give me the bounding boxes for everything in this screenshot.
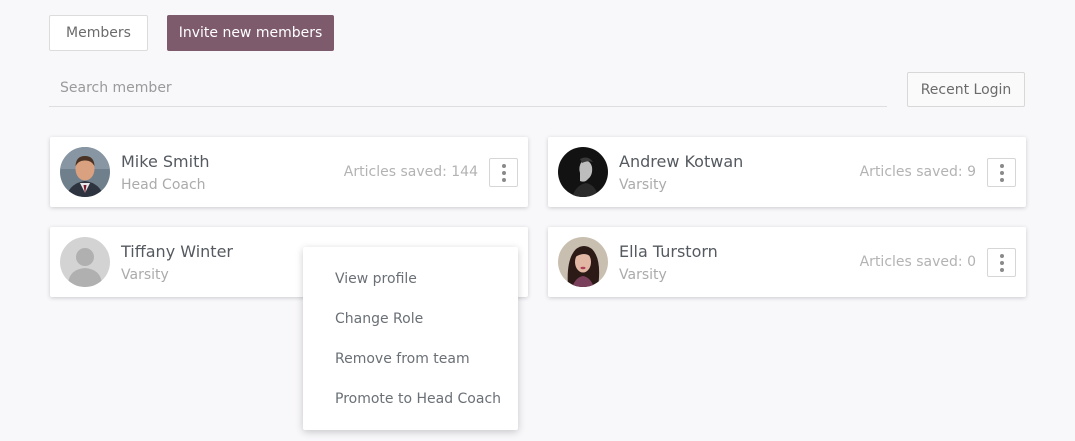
member-options-menu: View profile Change Role Remove from tea… [303, 247, 518, 430]
avatar [558, 237, 608, 287]
kebab-dot-icon [999, 253, 1004, 258]
more-options-button[interactable] [489, 158, 518, 187]
member-name: Ella Turstorn [619, 242, 718, 261]
menu-item-promote-head-coach[interactable]: Promote to Head Coach [303, 383, 518, 423]
avatar-photo-icon [558, 237, 608, 287]
member-role: Head Coach [121, 177, 206, 193]
invite-members-button[interactable]: Invite new members [167, 15, 334, 51]
more-options-button[interactable] [987, 158, 1016, 187]
avatar-photo-icon [558, 147, 608, 197]
member-role: Varsity [619, 177, 667, 193]
default-user-icon [60, 237, 110, 287]
avatar [558, 147, 608, 197]
member-card[interactable]: Andrew Kotwan Varsity Articles saved: 9 [548, 137, 1026, 207]
kebab-dot-icon [999, 267, 1004, 272]
kebab-dot-icon [999, 177, 1004, 182]
search-bar [49, 72, 887, 107]
menu-item-change-role[interactable]: Change Role [303, 303, 518, 343]
member-card[interactable]: Ella Turstorn Varsity Articles saved: 0 [548, 227, 1026, 297]
kebab-dot-icon [999, 260, 1004, 265]
avatar [60, 237, 110, 287]
kebab-dot-icon [501, 177, 506, 182]
recent-login-button[interactable]: Recent Login [907, 72, 1025, 107]
members-tab-button[interactable]: Members [49, 15, 148, 51]
articles-saved-count: Articles saved: 9 [859, 164, 976, 180]
avatar [60, 147, 110, 197]
member-name: Mike Smith [121, 152, 210, 171]
articles-saved-count: Articles saved: 144 [343, 164, 478, 180]
avatar-photo-icon [60, 147, 110, 197]
kebab-dot-icon [999, 163, 1004, 168]
articles-saved-count: Articles saved: 0 [859, 254, 976, 270]
menu-item-remove-from-team[interactable]: Remove from team [303, 343, 518, 383]
menu-item-view-profile[interactable]: View profile [303, 263, 518, 303]
member-role: Varsity [619, 267, 667, 283]
members-page: Members Invite new members Recent Login … [0, 0, 1075, 441]
kebab-dot-icon [501, 170, 506, 175]
member-name: Andrew Kotwan [619, 152, 744, 171]
member-name: Tiffany Winter [121, 242, 233, 261]
search-member-input[interactable] [49, 72, 887, 106]
kebab-dot-icon [501, 163, 506, 168]
more-options-button[interactable] [987, 248, 1016, 277]
kebab-dot-icon [999, 170, 1004, 175]
member-role: Varsity [121, 267, 169, 283]
member-card[interactable]: Mike Smith Head Coach Articles saved: 14… [50, 137, 528, 207]
